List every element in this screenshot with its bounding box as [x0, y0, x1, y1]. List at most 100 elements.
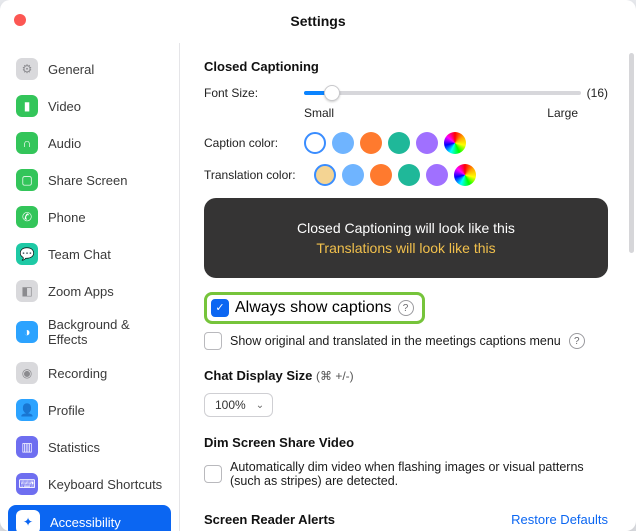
sidebar-item-statistics[interactable]: ▥ Statistics [8, 431, 171, 463]
sidebar-item-audio[interactable]: ∩ Audio [8, 127, 171, 159]
content-scroll[interactable]: Closed Captioning Font Size: (16) Small … [180, 43, 630, 531]
font-size-row: Font Size: (16) [204, 86, 608, 100]
sidebar-item-background-effects[interactable]: ◑ Background & Effects [8, 312, 171, 352]
video-icon: ▮ [16, 95, 38, 117]
font-size-value: (16) [587, 86, 608, 100]
sidebar-item-keyboard-shortcuts[interactable]: ⌨ Keyboard Shortcuts [8, 468, 171, 500]
window-title: Settings [290, 13, 345, 29]
show-original-translated-row: Show original and translated in the meet… [204, 332, 608, 350]
screen-reader-alerts-heading: Screen Reader Alerts [204, 512, 335, 527]
caption-preview: Closed Captioning will look like this Tr… [204, 198, 608, 278]
translation-color-swatch[interactable] [314, 164, 336, 186]
always-show-captions-label: Always show captions [235, 299, 392, 317]
font-size-slider-wrap: (16) [304, 86, 608, 100]
sidebar-item-label: Profile [48, 403, 85, 418]
sidebar-item-team-chat[interactable]: 💬 Team Chat [8, 238, 171, 270]
caption-color-swatch[interactable] [332, 132, 354, 154]
translation-color-custom-swatch[interactable] [454, 164, 476, 186]
caption-color-custom-swatch[interactable] [444, 132, 466, 154]
sidebar-item-profile[interactable]: 👤 Profile [8, 394, 171, 426]
accessibility-icon: ✦ [16, 510, 40, 531]
sidebar-item-label: Background & Effects [48, 317, 163, 347]
caption-color-row: Caption color: [204, 132, 608, 154]
caption-color-swatch[interactable] [388, 132, 410, 154]
headphones-icon: ∩ [16, 132, 38, 154]
info-icon[interactable]: ? [569, 333, 585, 349]
chat-display-size-hint: (⌘ +/-) [316, 369, 354, 383]
chat-display-size-select[interactable]: 100% ⌄ [204, 393, 273, 417]
sidebar-item-label: Phone [48, 210, 86, 225]
sidebar-item-label: Share Screen [48, 173, 128, 188]
sidebar-item-label: Recording [48, 366, 107, 381]
sidebar-item-accessibility[interactable]: ✦ Accessibility [8, 505, 171, 531]
show-original-translated-checkbox[interactable] [204, 332, 222, 350]
background-icon: ◑ [16, 321, 38, 343]
dim-auto-checkbox[interactable] [204, 465, 222, 483]
sidebar-item-label: Statistics [48, 440, 100, 455]
font-size-slider[interactable] [304, 91, 581, 95]
chat-display-size-title: Chat Display Size [204, 368, 312, 383]
statistics-icon: ▥ [16, 436, 38, 458]
slider-knob[interactable] [324, 85, 340, 101]
sidebar-item-recording[interactable]: ◉ Recording [8, 357, 171, 389]
scale-large-label: Large [547, 106, 578, 120]
translation-color-swatch[interactable] [398, 164, 420, 186]
window-body: ⚙ General ▮ Video ∩ Audio ▢ Share Screen… [0, 43, 636, 531]
dim-auto-row: Automatically dim video when flashing im… [204, 460, 608, 488]
show-original-translated-label: Show original and translated in the meet… [230, 334, 561, 348]
settings-window: Settings ⚙ General ▮ Video ∩ Audio ▢ Sha… [0, 0, 636, 531]
chat-icon: 💬 [16, 243, 38, 265]
caption-color-swatch[interactable] [360, 132, 382, 154]
sidebar-item-share-screen[interactable]: ▢ Share Screen [8, 164, 171, 196]
always-show-captions-callout: Always show captions ? [204, 292, 425, 324]
info-icon[interactable]: ? [398, 300, 414, 316]
footer-row: Screen Reader Alerts Restore Defaults [204, 512, 608, 527]
close-window-button[interactable] [14, 14, 26, 26]
translation-color-swatch[interactable] [370, 164, 392, 186]
keyboard-icon: ⌨ [16, 473, 38, 495]
settings-sidebar: ⚙ General ▮ Video ∩ Audio ▢ Share Screen… [0, 43, 180, 531]
translation-color-swatch[interactable] [342, 164, 364, 186]
apps-icon: ◧ [16, 280, 38, 302]
sidebar-item-label: General [48, 62, 94, 77]
sidebar-item-phone[interactable]: ✆ Phone [8, 201, 171, 233]
gear-icon: ⚙ [16, 58, 38, 80]
profile-icon: 👤 [16, 399, 38, 421]
dim-auto-label: Automatically dim video when flashing im… [230, 460, 608, 488]
font-size-label: Font Size: [204, 86, 294, 100]
sidebar-item-label: Video [48, 99, 81, 114]
record-icon: ◉ [16, 362, 38, 384]
restore-defaults-button[interactable]: Restore Defaults [511, 512, 608, 527]
share-screen-icon: ▢ [16, 169, 38, 191]
caption-preview-line1: Closed Captioning will look like this [214, 220, 598, 236]
sidebar-item-label: Audio [48, 136, 81, 151]
caption-color-swatches [304, 132, 466, 154]
sidebar-item-general[interactable]: ⚙ General [8, 53, 171, 85]
phone-icon: ✆ [16, 206, 38, 228]
dim-screen-share-heading: Dim Screen Share Video [204, 435, 608, 450]
caption-color-label: Caption color: [204, 136, 294, 150]
sidebar-item-label: Keyboard Shortcuts [48, 477, 162, 492]
chevron-down-icon: ⌄ [256, 400, 264, 411]
translation-color-swatch[interactable] [426, 164, 448, 186]
chat-display-size-heading: Chat Display Size (⌘ +/-) [204, 368, 608, 383]
font-size-scale: Small Large [304, 106, 608, 120]
window-traffic-lights [14, 14, 26, 26]
titlebar: Settings [0, 0, 636, 43]
caption-preview-line2: Translations will look like this [214, 240, 598, 256]
translation-color-row: Translation color: [204, 164, 608, 186]
sidebar-item-label: Zoom Apps [48, 284, 114, 299]
sidebar-item-video[interactable]: ▮ Video [8, 90, 171, 122]
sidebar-item-label: Team Chat [48, 247, 111, 262]
sidebar-item-zoom-apps[interactable]: ◧ Zoom Apps [8, 275, 171, 307]
sidebar-item-label: Accessibility [50, 515, 121, 530]
translation-color-label: Translation color: [204, 168, 304, 182]
caption-color-swatch[interactable] [416, 132, 438, 154]
always-show-captions-checkbox[interactable] [211, 299, 229, 317]
translation-color-swatches [314, 164, 476, 186]
settings-content: Closed Captioning Font Size: (16) Small … [180, 43, 636, 531]
closed-captioning-heading: Closed Captioning [204, 59, 608, 74]
caption-color-swatch[interactable] [304, 132, 326, 154]
chat-display-size-value: 100% [215, 398, 246, 412]
scale-small-label: Small [304, 106, 354, 120]
